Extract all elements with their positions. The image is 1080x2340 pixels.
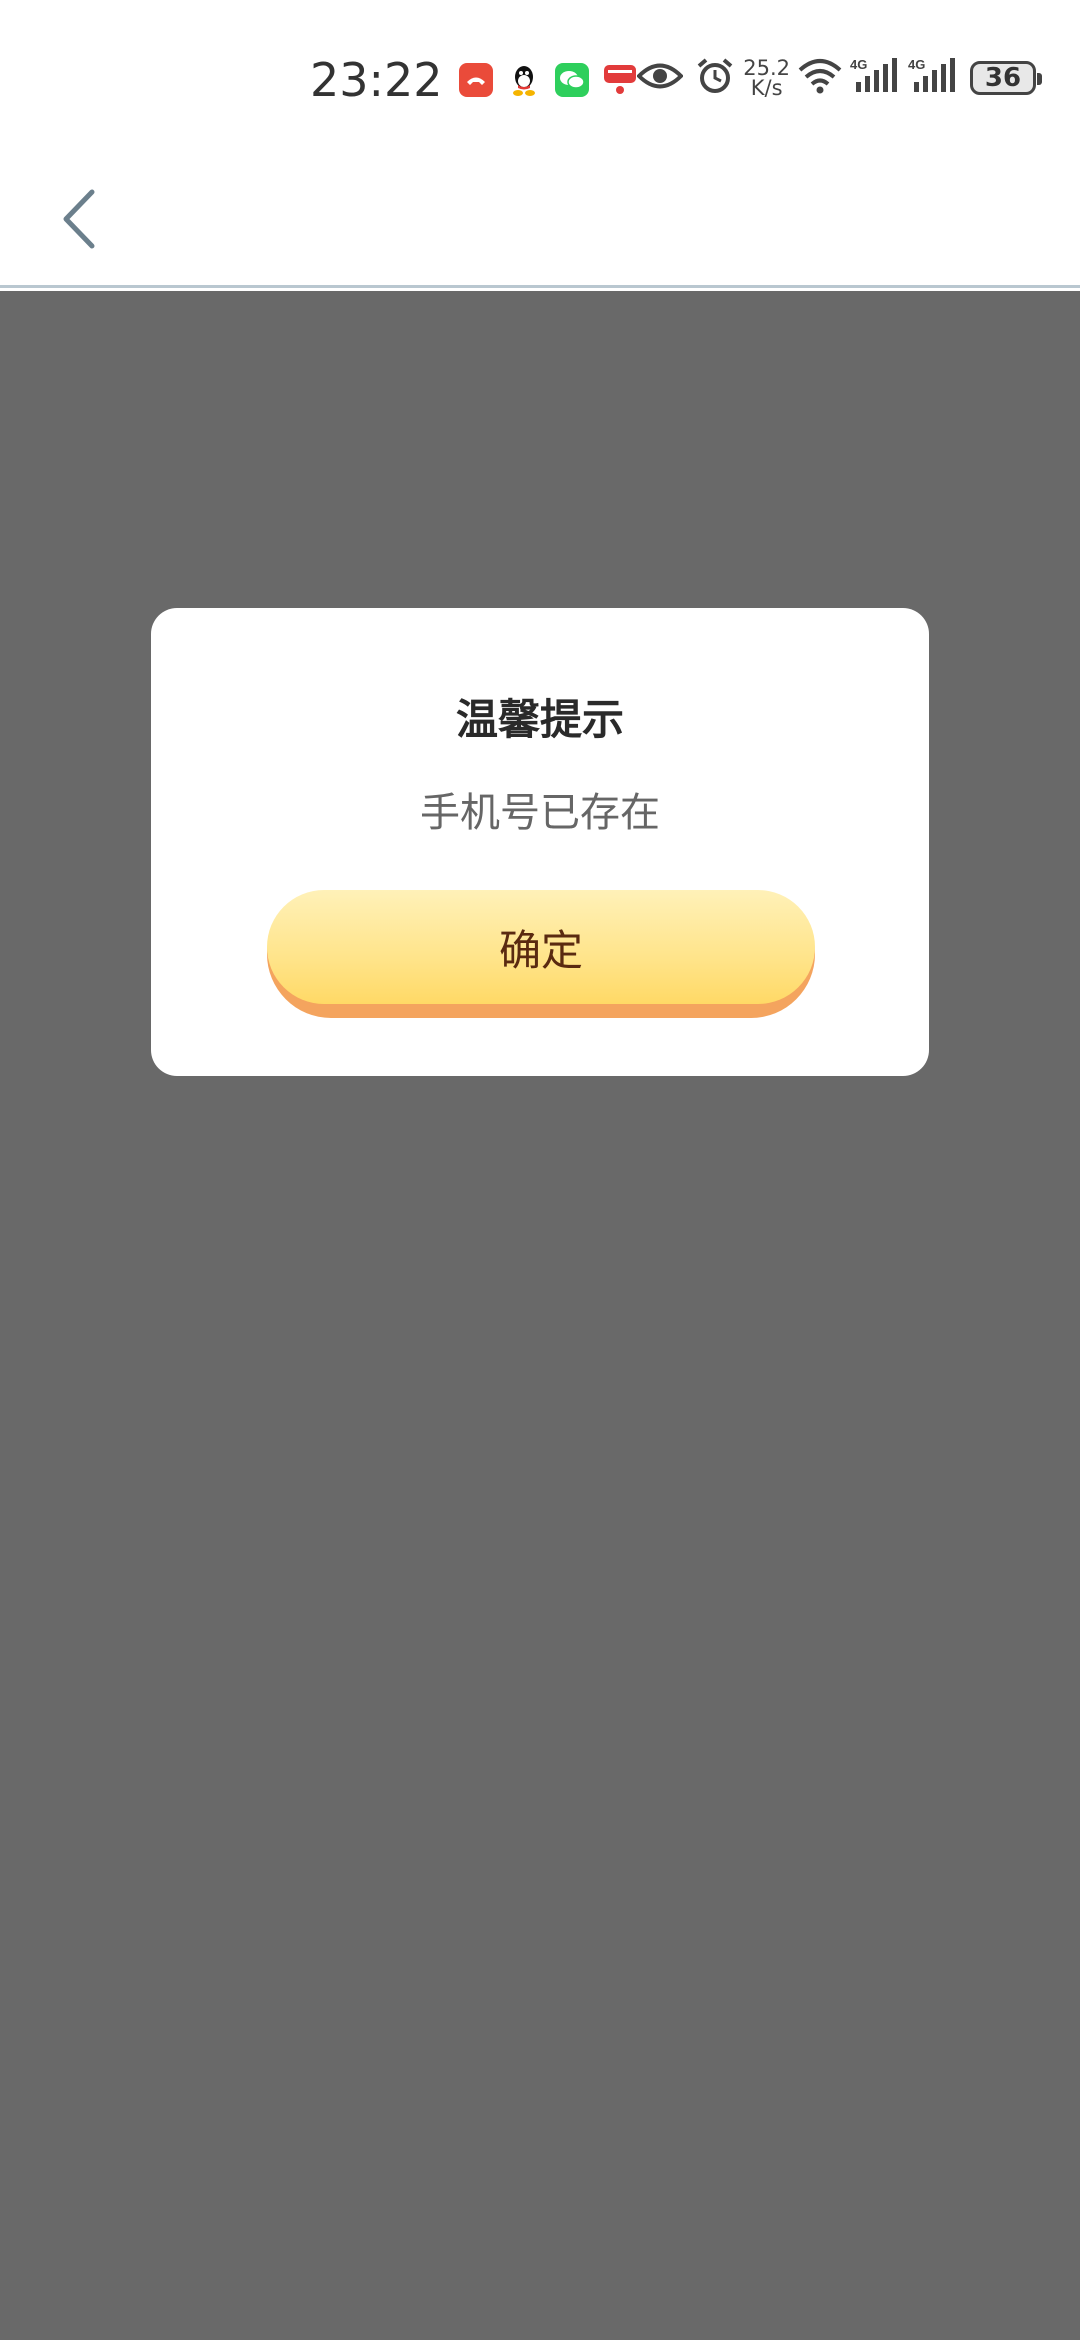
wechat-icon (554, 63, 589, 97)
modal-overlay[interactable] (0, 291, 1080, 2340)
wifi-icon (798, 58, 842, 98)
net-speed: 25.2 K/s (743, 56, 790, 100)
status-bar: 23:22 25.2 K/s 4G 4G 36 (0, 0, 1080, 160)
svg-text:4G: 4G (908, 57, 925, 72)
kge-icon (458, 63, 493, 97)
top-nav-bar (0, 160, 1080, 288)
status-time: 23:22 (310, 53, 443, 107)
net-speed-unit: K/s (750, 76, 783, 100)
system-icons: 25.2 K/s 4G 4G 36 (636, 56, 1042, 100)
back-button[interactable] (56, 184, 106, 254)
eye-icon (636, 61, 685, 95)
dialog-title: 温馨提示 (455, 695, 624, 744)
net-speed-value: 25.2 (743, 56, 790, 80)
alert-dialog: 温馨提示 手机号已存在 确定 (151, 608, 929, 1076)
svg-text:4G: 4G (850, 57, 867, 72)
battery-icon: 36 (970, 61, 1042, 95)
confirm-button[interactable]: 确定 (267, 890, 815, 1018)
red-app-icon (603, 63, 637, 97)
signal-icon: 4G (908, 56, 958, 100)
confirm-button-label: 确定 (267, 890, 815, 1004)
status-left: 23:22 (310, 50, 637, 110)
chevron-left-icon (63, 189, 95, 249)
alarm-icon (695, 56, 735, 100)
signal-icon: 4G (850, 56, 900, 100)
dialog-message: 手机号已存在 (420, 790, 660, 836)
qq-icon (507, 63, 541, 97)
